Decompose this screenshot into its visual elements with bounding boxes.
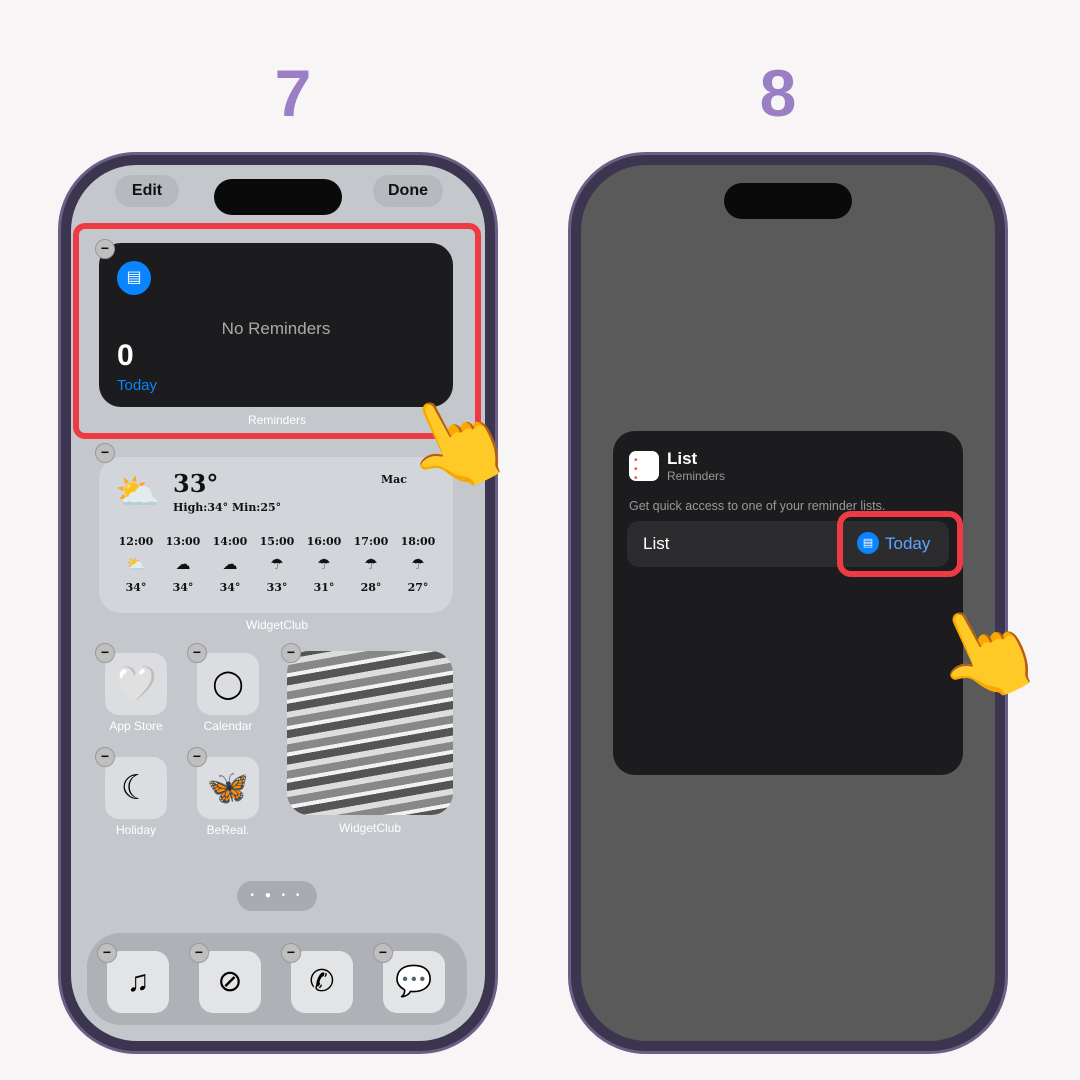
home-screen-edit: Edit Done ▤ No Reminders 0 Today − Remin… <box>71 165 485 1041</box>
widget-title: List <box>667 449 698 468</box>
location: Mac <box>381 473 408 486</box>
remove-app-button[interactable]: − <box>189 943 209 963</box>
hour-time: 12:00 <box>118 535 154 548</box>
remove-app-button[interactable]: − <box>187 747 207 767</box>
widget-subtitle: Reminders <box>667 469 726 483</box>
app-store-icon[interactable]: 🤍 <box>105 653 167 715</box>
step-number-8: 8 <box>759 56 797 130</box>
hour-temp: 34° <box>172 581 194 594</box>
photo-caption: WidgetClub <box>338 821 402 835</box>
app-label: Calendar <box>203 719 253 733</box>
high-low: High:34° Min:25° <box>173 501 282 514</box>
remove-widget-button[interactable]: − <box>95 443 115 463</box>
hour-time: 17:00 <box>353 535 389 548</box>
moon-icon[interactable]: ☾ <box>105 757 167 819</box>
remove-app-button[interactable]: − <box>97 943 117 963</box>
dynamic-island <box>724 183 852 219</box>
music-icon[interactable]: ♫ <box>107 951 169 1013</box>
umbrella-icon: ☂ <box>411 555 425 573</box>
step-number-7: 7 <box>274 56 312 130</box>
umbrella-icon: ☂ <box>364 555 378 573</box>
highlight-box <box>837 511 963 577</box>
hour-temp: 31° <box>313 581 335 594</box>
weather-caption: WidgetClub <box>245 618 309 632</box>
umbrella-icon: ☂ <box>270 555 284 573</box>
messages-icon[interactable]: 💬 <box>383 951 445 1013</box>
safari-icon[interactable]: ⊘ <box>199 951 261 1013</box>
hour-time: 18:00 <box>400 535 436 548</box>
remove-app-button[interactable]: − <box>281 943 301 963</box>
remove-app-button[interactable]: − <box>187 643 207 663</box>
dock: ♫ ⊘ ✆ 💬 <box>87 933 467 1025</box>
hour-temp: 33° <box>266 581 288 594</box>
current-temp: 33° <box>173 469 219 498</box>
calendar-ring-icon[interactable]: ◯ <box>197 653 259 715</box>
page-indicator[interactable]: • ● • • <box>237 881 317 911</box>
remove-app-button[interactable]: − <box>95 643 115 663</box>
edit-button[interactable]: Edit <box>115 175 179 207</box>
reminders-app-icon: • • • <box>629 451 659 484</box>
butterfly-icon[interactable]: 🦋 <box>197 757 259 819</box>
weather-widget[interactable]: ⛅ 33° High:34° Min:25° Mac 12:00 ⛅ 34° 13… <box>99 457 453 613</box>
widget-config-panel: • • • List Reminders Get quick access to o… <box>613 431 963 775</box>
dynamic-island <box>214 179 342 215</box>
partly-cloudy-icon: ⛅ <box>115 471 160 513</box>
phone-right: • • • List Reminders Get quick access to o… <box>568 152 1008 1054</box>
remove-app-button[interactable]: − <box>373 943 393 963</box>
done-button[interactable]: Done <box>373 175 443 207</box>
umbrella-icon: ☂ <box>317 555 331 573</box>
phone-icon[interactable]: ✆ <box>291 951 353 1013</box>
hour-time: 13:00 <box>165 535 201 548</box>
hour-temp: 28° <box>360 581 382 594</box>
cloud-icon: ☁ <box>222 555 238 573</box>
hour-temp: 27° <box>407 581 429 594</box>
remove-app-button[interactable]: − <box>95 747 115 767</box>
widget-config-screen: • • • List Reminders Get quick access to o… <box>581 165 995 1041</box>
app-label: Holiday <box>115 823 157 837</box>
hour-time: 16:00 <box>306 535 342 548</box>
app-label: App Store <box>109 719 163 733</box>
list-setting-label: List <box>643 534 670 553</box>
partly-cloudy-icon: ⛅ <box>126 555 146 573</box>
cloud-icon: ☁ <box>175 555 191 573</box>
hour-time: 14:00 <box>212 535 248 548</box>
photo-widget[interactable] <box>287 651 453 815</box>
phone-left: Edit Done ▤ No Reminders 0 Today − Remin… <box>58 152 498 1054</box>
hour-temp: 34° <box>219 581 241 594</box>
hour-temp: 34° <box>125 581 147 594</box>
hour-time: 15:00 <box>259 535 295 548</box>
remove-widget-button[interactable]: − <box>281 643 301 663</box>
app-label: BeReal. <box>206 823 250 837</box>
